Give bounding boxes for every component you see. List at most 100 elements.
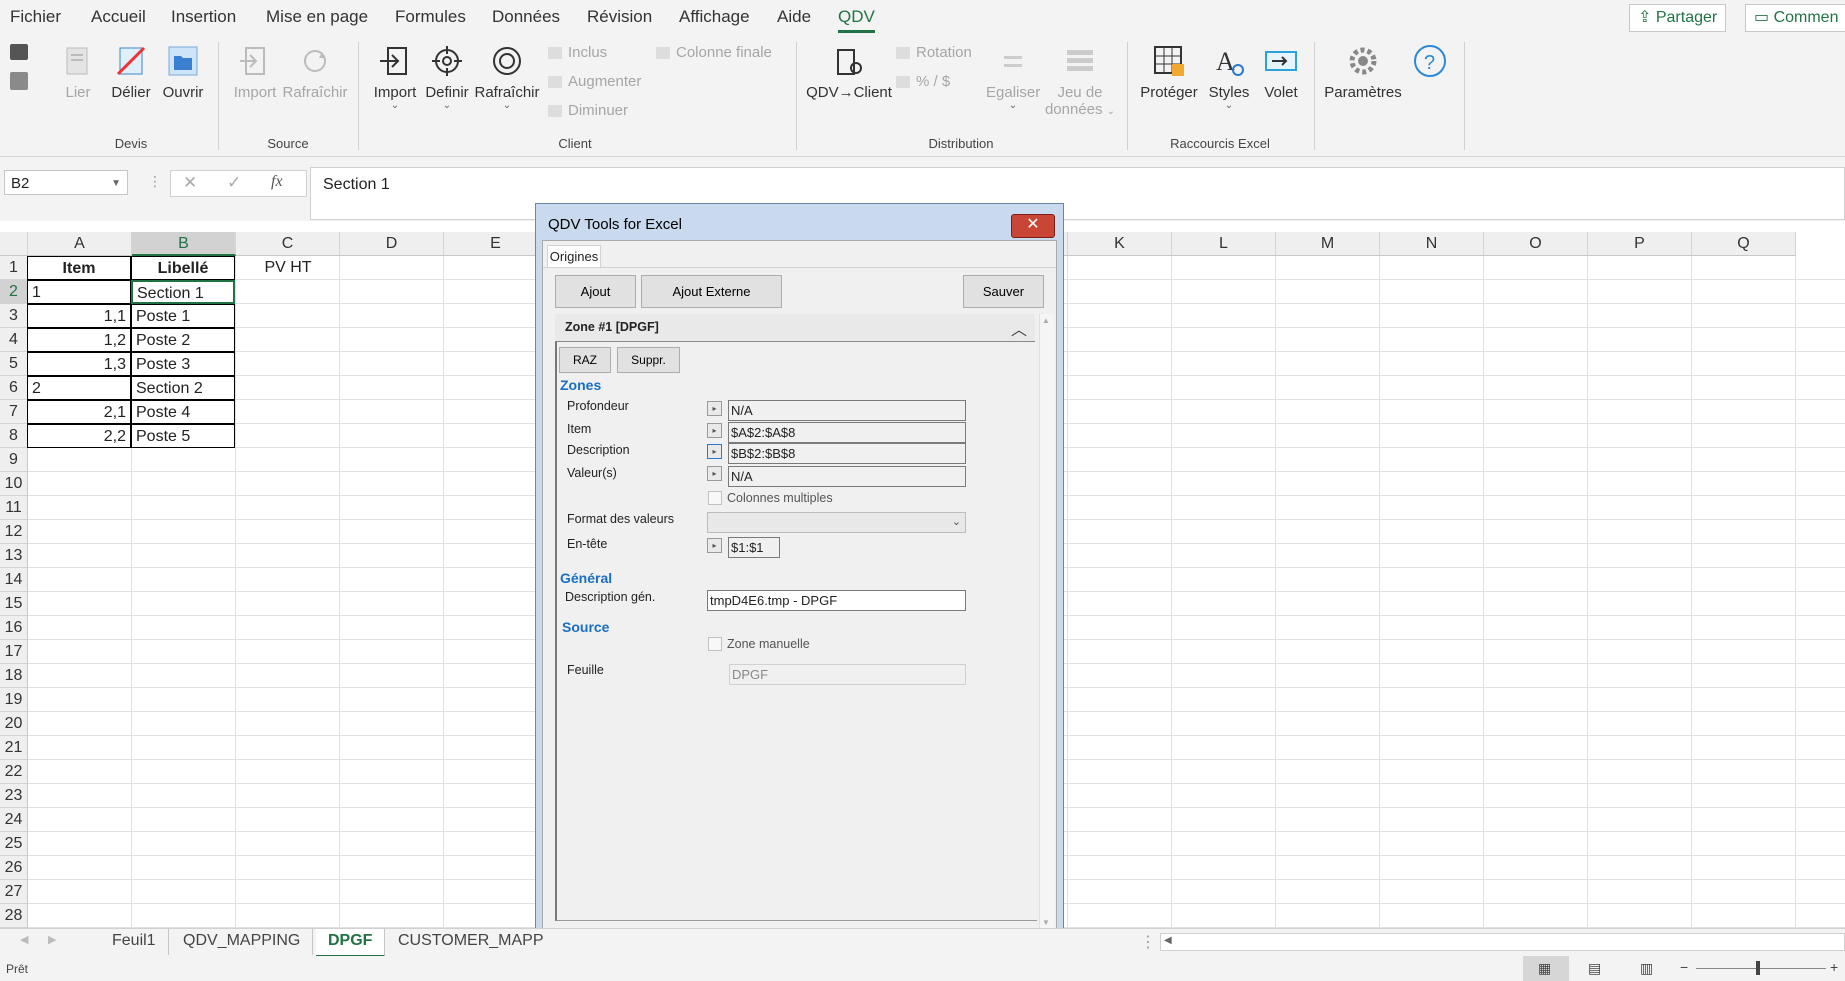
menu-donnees[interactable]: Données (492, 7, 560, 27)
comments-button[interactable]: ▭ Commen (1745, 4, 1845, 32)
row-header-18[interactable]: 18 (0, 664, 28, 688)
row-header-13[interactable]: 13 (0, 544, 28, 568)
cell-b1[interactable]: Libellé (131, 256, 235, 280)
ouvrir-button[interactable]: Ouvrir (158, 44, 208, 101)
colonnes-multiples-checkbox[interactable] (708, 491, 722, 505)
row-header-24[interactable]: 24 (0, 808, 28, 832)
cell-b2[interactable]: Section 1 (131, 280, 235, 304)
row-header-15[interactable]: 15 (0, 592, 28, 616)
column-header-n[interactable]: N (1380, 232, 1484, 256)
menu-fichier[interactable]: Fichier (10, 7, 61, 27)
row-header-19[interactable]: 19 (0, 688, 28, 712)
name-box[interactable]: B2 ▼ (4, 170, 128, 195)
rotation-button[interactable]: Rotation (896, 44, 972, 61)
valeurs-picker[interactable]: ▸ (707, 466, 722, 481)
row-header-28[interactable]: 28 (0, 904, 28, 928)
sheet-tab-feuil1[interactable]: Feuil1 (100, 929, 169, 955)
description-picker[interactable]: ▸ (707, 444, 722, 459)
cell-a2[interactable]: 1 (27, 280, 131, 304)
sheet-tab-dpgf[interactable]: DPGF (316, 929, 386, 957)
menu-formules[interactable]: Formules (395, 7, 466, 27)
column-header-k[interactable]: K (1068, 232, 1172, 256)
profondeur-picker[interactable]: ▸ (707, 401, 722, 416)
cell-b3[interactable]: Poste 1 (131, 304, 235, 328)
row-header-23[interactable]: 23 (0, 784, 28, 808)
suppr-button[interactable]: Suppr. (617, 347, 680, 373)
entete-picker[interactable]: ▸ (707, 538, 722, 553)
proteger-button[interactable]: Protéger (1136, 44, 1202, 101)
row-header-20[interactable]: 20 (0, 712, 28, 736)
cell-a5[interactable]: 1,3 (27, 352, 131, 376)
horizontal-scrollbar[interactable]: ◀ (1160, 933, 1845, 951)
row-header-26[interactable]: 26 (0, 856, 28, 880)
row-header-6[interactable]: 6 (0, 376, 28, 400)
cell-a7[interactable]: 2,1 (27, 400, 131, 424)
row-header-1[interactable]: 1 (0, 256, 28, 280)
normal-view-button[interactable]: ▦ (1523, 956, 1569, 981)
description-field[interactable]: $B$2:$B$8 (728, 443, 966, 464)
column-header-d[interactable]: D (340, 232, 444, 256)
row-header-22[interactable]: 22 (0, 760, 28, 784)
menu-qdv[interactable]: QDV (838, 7, 875, 33)
cancel-icon[interactable]: ✕ (183, 173, 197, 193)
row-header-21[interactable]: 21 (0, 736, 28, 760)
scroll-left-icon[interactable]: ◀ (1164, 935, 1172, 946)
confirm-icon[interactable]: ✓ (227, 173, 241, 193)
row-header-25[interactable]: 25 (0, 832, 28, 856)
column-header-c[interactable]: C (236, 232, 340, 256)
help-button[interactable]: ? (1410, 44, 1450, 84)
zoom-out-icon[interactable]: − (1680, 959, 1688, 975)
parametres-button[interactable]: Paramètres (1322, 44, 1404, 101)
tab-origines[interactable]: Origines (547, 245, 601, 268)
cell-b5[interactable]: Poste 3 (131, 352, 235, 376)
sauver-button[interactable]: Sauver (963, 275, 1044, 308)
raz-button[interactable]: RAZ (559, 347, 611, 373)
styles-button[interactable]: A Styles ⌄ (1204, 44, 1254, 111)
cell-a3[interactable]: 1,1 (27, 304, 131, 328)
column-header-b[interactable]: B (132, 232, 236, 256)
diminuer-button[interactable]: Diminuer (548, 102, 628, 119)
ajout-externe-button[interactable]: Ajout Externe (641, 275, 782, 308)
ajout-button[interactable]: Ajout (555, 275, 636, 308)
cell-a4[interactable]: 1,2 (27, 328, 131, 352)
cell-a8[interactable]: 2,2 (27, 424, 131, 448)
row-header-14[interactable]: 14 (0, 568, 28, 592)
cell-b6[interactable]: Section 2 (131, 376, 235, 400)
row-header-16[interactable]: 16 (0, 616, 28, 640)
source-refresh-button[interactable]: Rafraîchir (282, 44, 348, 101)
page-layout-icon[interactable]: ▤ (1588, 960, 1601, 977)
dialog-scrollbar[interactable]: ▲ ▼ (1039, 314, 1054, 934)
column-header-m[interactable]: M (1276, 232, 1380, 256)
row-header-10[interactable]: 10 (0, 472, 28, 496)
row-header-17[interactable]: 17 (0, 640, 28, 664)
definir-button[interactable]: Definir ⌄ (422, 44, 472, 111)
chevron-down-icon[interactable]: ▼ (111, 171, 121, 196)
tab-scroll-right-icon[interactable]: ▶ (48, 933, 56, 946)
zoom-slider-thumb[interactable] (1756, 961, 1760, 975)
sheet-tab-qdv-mapping[interactable]: QDV_MAPPING (171, 929, 314, 955)
augmenter-button[interactable]: Augmenter (548, 73, 641, 90)
volet-button[interactable]: Volet (1256, 44, 1306, 101)
zoom-slider[interactable] (1696, 968, 1826, 969)
profondeur-field[interactable]: N/A (728, 400, 966, 421)
row-header-7[interactable]: 7 (0, 400, 28, 424)
sheet-tab-customer-mapping[interactable]: CUSTOMER_MAPP (386, 929, 560, 955)
colonne-finale-button[interactable]: Colonne finale (656, 44, 772, 61)
row-header-11[interactable]: 11 (0, 496, 28, 520)
item-picker[interactable]: ▸ (707, 423, 722, 438)
close-button[interactable]: ✕ (1011, 214, 1055, 238)
client-import-button[interactable]: Import ⌄ (370, 44, 420, 111)
row-header-9[interactable]: 9 (0, 448, 28, 472)
collapse-icon[interactable]: ︿ (1011, 316, 1027, 340)
zone-header[interactable]: Zone #1 [DPGF] ︿ (555, 314, 1035, 343)
select-all-corner[interactable] (0, 232, 28, 256)
zoom-in-icon[interactable]: + (1830, 959, 1838, 975)
splitter-icon[interactable]: ⋮ (1140, 932, 1156, 952)
format-valeurs-select[interactable]: ⌄ (707, 512, 966, 533)
cell-a6[interactable]: 2 (27, 376, 131, 400)
row-header-8[interactable]: 8 (0, 424, 28, 448)
client-refresh-button[interactable]: Rafraîchir ⌄ (474, 44, 540, 111)
row-header-2[interactable]: 2 (0, 280, 28, 304)
column-header-a[interactable]: A (28, 232, 132, 256)
description-gen-field[interactable]: tmpD4E6.tmp - DPGF (707, 590, 966, 611)
